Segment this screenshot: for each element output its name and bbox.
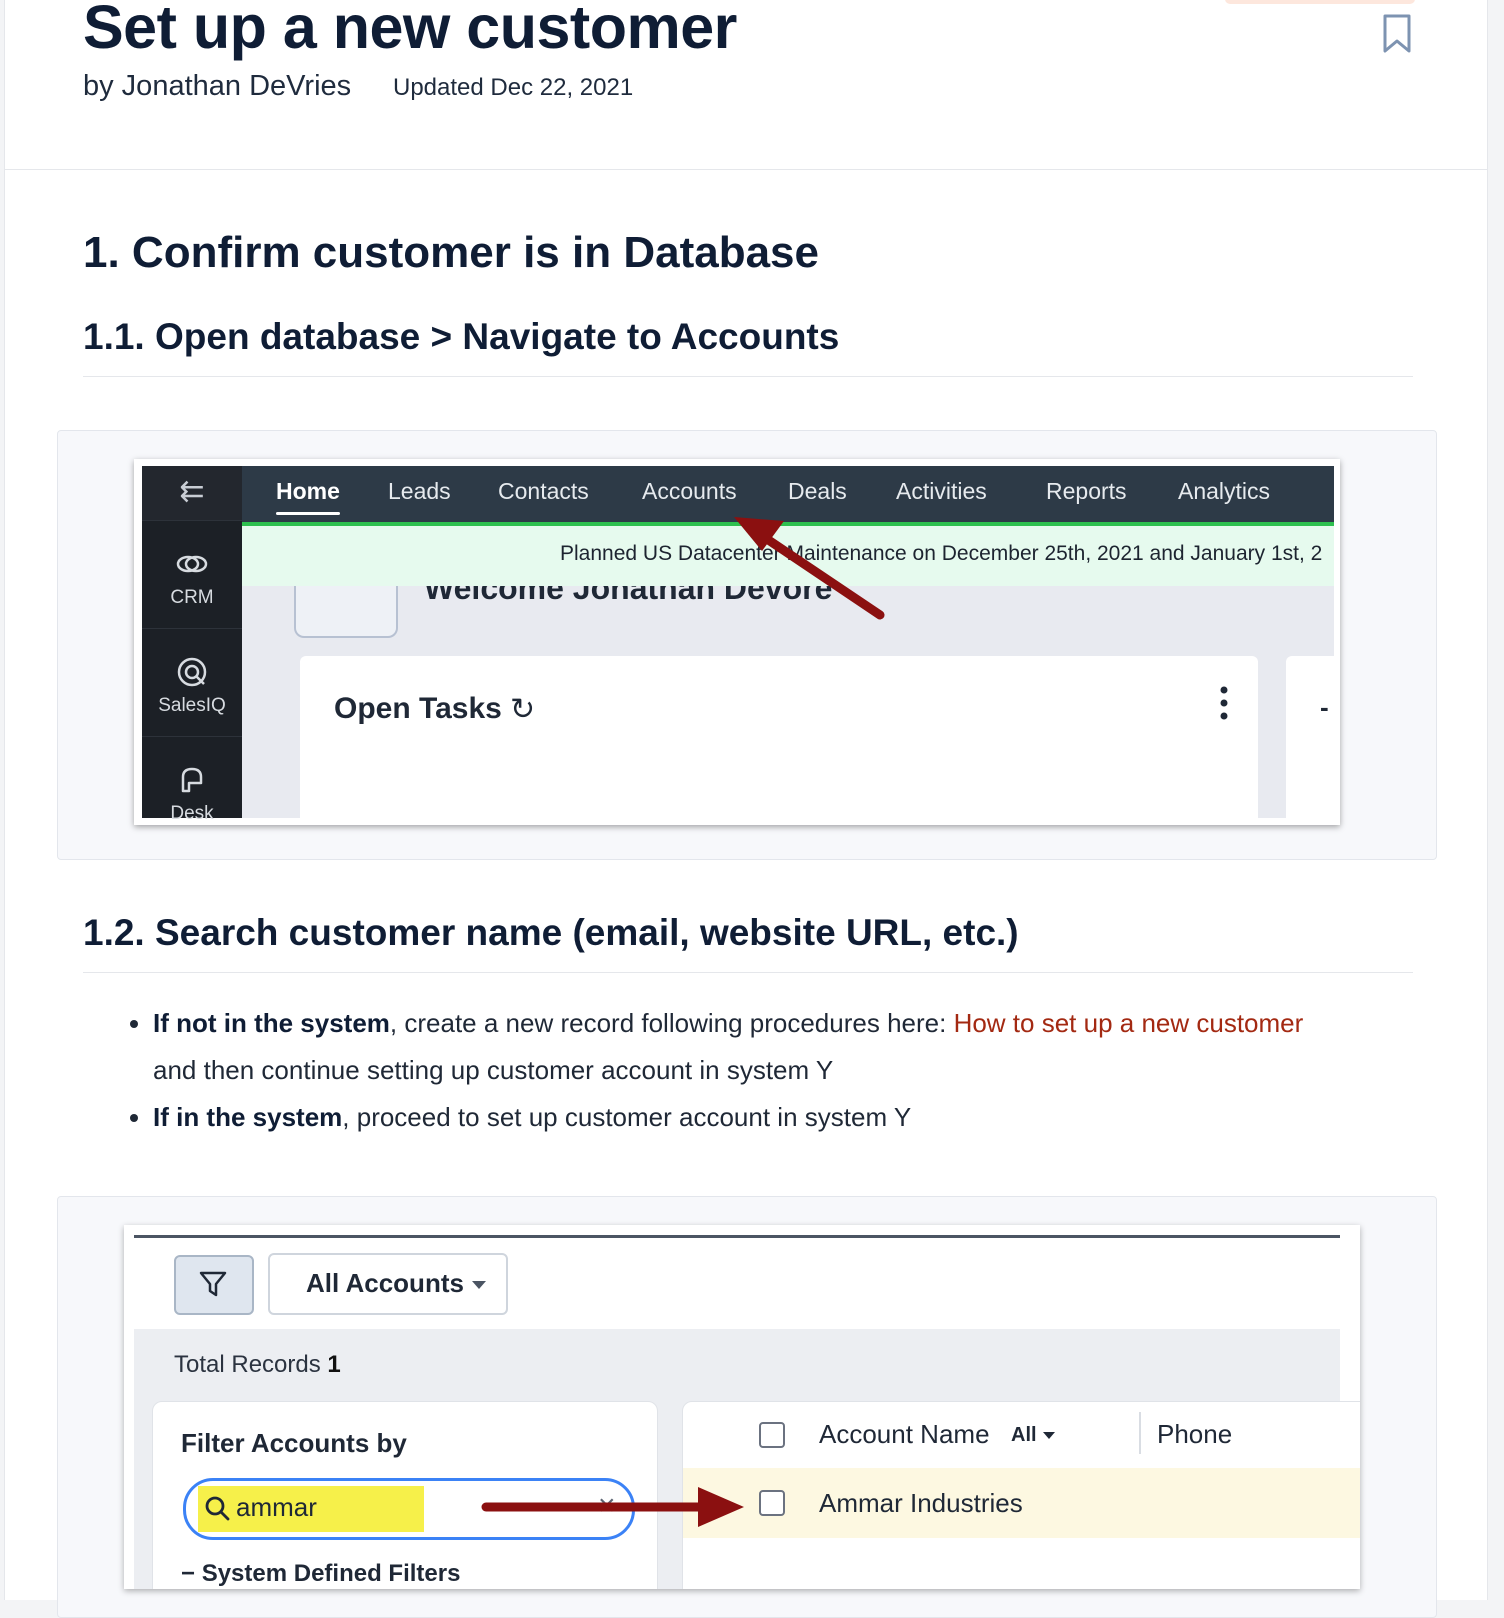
nav-tab-analytics[interactable]: Analytics xyxy=(1178,478,1270,505)
row-checkbox[interactable] xyxy=(759,1490,785,1516)
table-header: Account Name All Phone xyxy=(683,1402,1360,1466)
clear-search-icon[interactable]: × xyxy=(598,1489,616,1523)
search-icon xyxy=(205,1496,230,1521)
chevron-down-icon xyxy=(1043,1432,1055,1439)
nav-tab-reports[interactable]: Reports xyxy=(1046,478,1127,505)
accounts-screenshot: All Accounts Total Records 1 Filter Acco… xyxy=(124,1225,1360,1589)
section-heading-1: 1. Confirm customer is in Database xyxy=(83,228,819,277)
bullet-bold-text: If not in the system xyxy=(153,1008,390,1038)
nav-tab-accounts[interactable]: Accounts xyxy=(642,478,737,505)
bullet-bold-text: If in the system xyxy=(153,1102,343,1132)
search-input[interactable] xyxy=(236,1491,416,1523)
collapse-menu-icon[interactable]: ⇇ xyxy=(142,466,242,520)
column-account-name[interactable]: Account Name xyxy=(819,1419,990,1450)
header-divider xyxy=(5,169,1487,170)
step-heading-1-1: 1.1. Open database > Navigate to Account… xyxy=(83,316,840,357)
app-label: SalesIQ xyxy=(158,695,226,716)
open-tasks-card: Open Tasks ↻ xyxy=(300,656,1258,818)
article-author: by Jonathan DeVries xyxy=(83,70,352,102)
system-filters-heading: − System Defined Filters xyxy=(181,1560,461,1587)
nav-tab-leads[interactable]: Leads xyxy=(388,478,451,505)
filter-button[interactable] xyxy=(174,1255,254,1315)
view-selector[interactable]: All Accounts xyxy=(268,1253,508,1315)
active-tab-indicator xyxy=(276,512,340,515)
article-page: Set up a new customer by Jonathan DeVrie… xyxy=(4,0,1488,1618)
more-options-icon[interactable] xyxy=(1220,686,1228,720)
crm-icon xyxy=(176,555,208,573)
step-heading-1-2: 1.2. Search customer name (email, websit… xyxy=(83,912,1019,953)
column-filter-all[interactable]: All xyxy=(1011,1424,1037,1447)
bullet-text-continued: and then continue setting up customer ac… xyxy=(153,1055,834,1085)
card-dash-icon: - xyxy=(1320,692,1329,722)
app-desk[interactable]: Desk xyxy=(142,736,242,825)
app-switcher: ⇇ CRM SalesIQ Desk xyxy=(142,466,242,824)
nav-tab-contacts[interactable]: Contacts xyxy=(498,478,589,505)
nav-tab-deals[interactable]: Deals xyxy=(788,478,847,505)
column-separator xyxy=(1139,1412,1141,1454)
secondary-card: - xyxy=(1286,656,1334,818)
total-records-label: Total Records xyxy=(174,1351,321,1378)
top-decoration xyxy=(1225,0,1415,4)
nav-tab-activities[interactable]: Activities xyxy=(896,478,987,505)
open-tasks-title: Open Tasks xyxy=(334,692,502,725)
setup-customer-link[interactable]: How to set up a new customer xyxy=(954,1008,1304,1038)
list-item: If not in the system, create a new recor… xyxy=(153,1000,1473,1094)
crm-home-body: Welcome Jonathan Devore Open Tasks ↻ - xyxy=(242,586,1334,818)
salesiq-icon xyxy=(177,657,207,687)
article-updated-date: Updated Dec 22, 2021 xyxy=(393,74,634,101)
total-records-count: 1 xyxy=(327,1351,341,1378)
total-records: Total Records 1 xyxy=(174,1351,341,1379)
chevron-down-icon xyxy=(472,1281,486,1289)
app-crm[interactable]: CRM xyxy=(142,520,242,629)
view-selector-value: All Accounts xyxy=(306,1268,464,1298)
filter-panel-title: Filter Accounts by xyxy=(181,1428,407,1458)
bullet-text: , proceed to set up customer account in … xyxy=(342,1102,912,1132)
maintenance-banner-text: Planned US Datacenter Maintenance on Dec… xyxy=(560,542,1323,565)
instruction-list: If not in the system, create a new recor… xyxy=(105,1000,1473,1141)
system-filters-label: System Defined Filters xyxy=(201,1560,461,1587)
app-salesiq[interactable]: SalesIQ xyxy=(142,628,242,737)
list-item: If in the system, proceed to set up cust… xyxy=(153,1094,1473,1141)
records-bar: Total Records 1 xyxy=(134,1329,1340,1399)
article-title: Set up a new customer xyxy=(83,0,737,61)
desk-icon xyxy=(181,767,203,793)
bullet-text: , create a new record following procedur… xyxy=(389,1008,954,1038)
crm-screenshot: ⇇ CRM SalesIQ Desk Home Leads Contacts A… xyxy=(134,459,1340,825)
crm-top-nav: Home Leads Contacts Accounts Deals Activ… xyxy=(242,466,1334,522)
nav-tab-home[interactable]: Home xyxy=(276,478,340,505)
filter-panel: Filter Accounts by × − System Defined Fi… xyxy=(152,1401,658,1589)
table-row[interactable]: Ammar Industries xyxy=(683,1468,1360,1538)
filter-search-box[interactable]: × xyxy=(183,1478,635,1540)
accounts-table: Account Name All Phone Ammar Industries xyxy=(682,1401,1360,1589)
select-all-checkbox[interactable] xyxy=(759,1422,785,1448)
bookmark-icon[interactable] xyxy=(1381,14,1413,54)
top-border xyxy=(134,1235,1340,1238)
app-label: CRM xyxy=(170,587,214,608)
refresh-icon[interactable]: ↻ xyxy=(510,692,535,727)
maintenance-banner: Planned US Datacenter Maintenance on Dec… xyxy=(242,526,1334,586)
company-logo xyxy=(294,586,398,638)
welcome-text: Welcome Jonathan Devore xyxy=(424,586,833,606)
screenshot-figure-navigation: ⇇ CRM SalesIQ Desk Home Leads Contacts A… xyxy=(57,430,1437,860)
step-divider xyxy=(83,376,1413,377)
step-divider xyxy=(83,972,1413,973)
filter-icon xyxy=(199,1271,227,1297)
app-label: Desk xyxy=(170,803,214,824)
screenshot-figure-search: All Accounts Total Records 1 Filter Acco… xyxy=(57,1196,1437,1618)
column-phone[interactable]: Phone xyxy=(1157,1419,1232,1450)
account-name-cell[interactable]: Ammar Industries xyxy=(819,1488,1023,1519)
